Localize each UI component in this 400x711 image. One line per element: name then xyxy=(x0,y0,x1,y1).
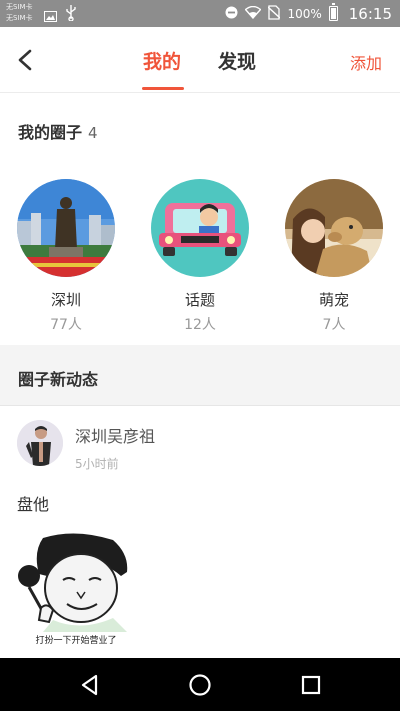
my-circles-section: 我的圈子 4 深圳 77人 话题 12人 萌宠 7人 xyxy=(0,93,400,345)
no-sim-icon xyxy=(267,4,281,23)
top-nav: 我的 发现 添加 xyxy=(0,27,400,93)
circle-item-pets[interactable]: 萌宠 7人 xyxy=(284,179,384,334)
clock: 16:15 xyxy=(348,4,392,23)
image-icon xyxy=(44,7,57,26)
active-tab-indicator xyxy=(142,87,184,90)
battery-percent: 100% xyxy=(287,6,322,21)
circle-member-count: 77人 xyxy=(50,317,82,333)
my-circles-header: 我的圈子 4 xyxy=(18,119,98,143)
pets-circle-avatar xyxy=(285,179,383,277)
recents-square-icon[interactable] xyxy=(298,672,324,698)
my-circles-count: 4 xyxy=(88,124,98,142)
tab-discover[interactable]: 发现 xyxy=(218,47,256,74)
meme-illustration xyxy=(17,532,135,632)
sim2-label: 无SIM卡 xyxy=(6,14,33,22)
shenzhen-circle-avatar xyxy=(17,179,115,277)
post-username[interactable]: 深圳吴彦祖 xyxy=(75,423,155,447)
system-nav-bar xyxy=(0,658,400,711)
battery-icon xyxy=(328,3,338,21)
minus-circle-icon xyxy=(225,6,238,22)
circle-member-count: 7人 xyxy=(322,317,346,333)
topics-circle-avatar xyxy=(151,179,249,277)
wifi-icon xyxy=(244,5,262,22)
tab-mine[interactable]: 我的 xyxy=(143,47,181,74)
circle-member-count: 12人 xyxy=(184,317,216,333)
post-user-avatar[interactable] xyxy=(17,420,63,466)
circle-item-shenzhen[interactable]: 深圳 77人 xyxy=(16,179,116,334)
status-right: 100% 16:15 xyxy=(225,0,392,27)
chevron-left-icon xyxy=(18,49,32,71)
circle-item-topics[interactable]: 话题 12人 xyxy=(150,179,250,334)
sim1-label: 无SIM卡 xyxy=(6,3,33,11)
circle-name: 话题 xyxy=(184,291,215,309)
feed-post[interactable]: 深圳吴彦祖 5小时前 盘他 打扮一下开始营业了 xyxy=(0,406,400,658)
back-button[interactable] xyxy=(12,44,42,76)
circle-name: 萌宠 xyxy=(318,291,349,309)
feed-title: 圈子新动态 xyxy=(18,370,99,389)
status-bar: 无SIM卡 无SIM卡 100% 16:15 xyxy=(0,0,400,27)
add-button[interactable]: 添加 xyxy=(350,50,382,74)
usb-icon xyxy=(66,5,76,25)
home-circle-icon[interactable] xyxy=(187,672,213,698)
circle-name: 深圳 xyxy=(50,291,81,309)
post-timestamp: 5小时前 xyxy=(75,457,119,471)
back-triangle-icon[interactable] xyxy=(77,672,103,698)
my-circles-title: 我的圈子 xyxy=(18,123,83,142)
feed-header: 圈子新动态 xyxy=(0,345,400,405)
post-image[interactable]: 打扮一下开始营业了 xyxy=(17,532,135,650)
meme-caption: 打扮一下开始营业了 xyxy=(35,636,117,646)
post-text: 盘他 xyxy=(17,495,50,514)
sim-status: 无SIM卡 无SIM卡 xyxy=(6,2,33,24)
